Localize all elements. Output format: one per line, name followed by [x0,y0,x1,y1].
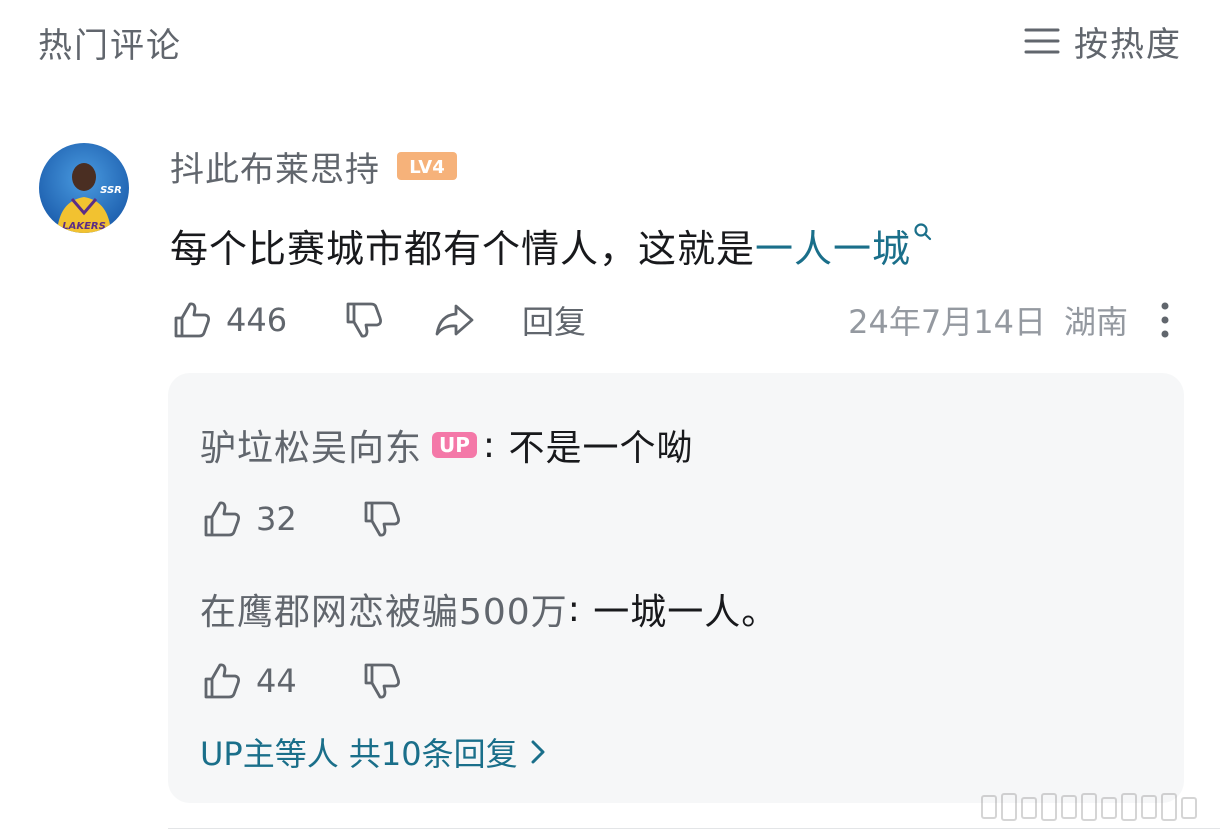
share-button[interactable] [432,297,476,343]
section-title: 热门评论 [38,26,182,66]
reply-button[interactable]: 回复 [522,297,586,343]
comment-date: 24年7月14日 [848,303,1046,341]
reply-label: 回复 [522,303,587,341]
thumbs-down-icon [346,302,382,338]
up-badge: UP [432,432,477,458]
divider [168,828,1220,829]
comment-keyword-link[interactable]: 一人一城 [755,218,911,273]
comment-text-body: 每个比赛城市都有个情人，这就是 [170,227,756,271]
search-small-icon[interactable] [913,222,933,244]
thumbs-down-icon [364,501,400,537]
reply-dislike-button[interactable] [360,496,404,542]
like-count: 446 [226,301,288,339]
comment-meta: 24年7月14日 湖南 [848,297,1128,343]
reply-dislike-button[interactable] [360,658,404,704]
more-vertical-icon [1161,302,1169,338]
reply-like-button[interactable]: 44 [200,658,297,704]
thumbs-up-icon [204,663,240,699]
dislike-button[interactable] [342,297,386,343]
reply-item[interactable]: 在鹰郡网恋被骗500万 : 一城一人。 [200,583,778,635]
reply-like-button[interactable]: 32 [200,496,297,542]
comment-username-row: 抖此布莱思持 LV4 [170,142,458,191]
reply-username[interactable]: 在鹰郡网恋被骗500万 [200,583,568,635]
sort-label: 按热度 [1074,24,1182,65]
view-more-replies-link[interactable]: UP主等人 共10条回复 [200,729,548,775]
comment-username[interactable]: 抖此布莱思持 [170,142,380,191]
comment-action-row: 446 回复 24年7月14日 湖南 [170,297,1180,343]
more-replies-label: UP主等人 共10条回复 [200,735,518,773]
reply-text: 不是一个呦 [508,428,694,469]
thumbs-up-icon [204,501,240,537]
replies-panel: 驴垃松吴向东 UP : 不是一个呦 32 在鹰郡网恋被骗500万 : 一城一人。… [168,373,1184,803]
chevron-right-icon [531,740,545,764]
reply-username[interactable]: 驴垃松吴向东 [200,419,422,471]
reply-colon: : [482,424,509,466]
watermark-icon [981,793,1197,821]
reply-text: 一城一人。 [593,592,779,633]
comment-location: 湖南 [1063,303,1128,341]
reply-colon: : [567,588,594,630]
comment-text: 每个比赛城市都有个情人，这就是 一人一城 [170,218,933,273]
reply-like-count: 44 [256,662,297,700]
avatar-caption: LAKERS [62,221,106,232]
avatar-tag: SSR [100,185,122,196]
share-arrow-icon [435,304,474,336]
level-badge-text: LV4 [409,157,444,178]
thumbs-down-icon [364,663,400,699]
thumbs-up-icon [174,302,210,338]
more-options-button[interactable] [1150,297,1180,343]
like-button[interactable]: 446 [170,297,287,343]
level-badge-icon: LV4 [397,152,457,180]
sort-button[interactable]: 按热度 [1024,18,1182,65]
sort-lines-icon [1024,28,1060,54]
avatar[interactable]: LAKERS SSR [39,143,129,233]
reply-item[interactable]: 驴垃松吴向东 UP : 不是一个呦 [200,419,694,471]
reply-like-count: 32 [256,500,297,538]
